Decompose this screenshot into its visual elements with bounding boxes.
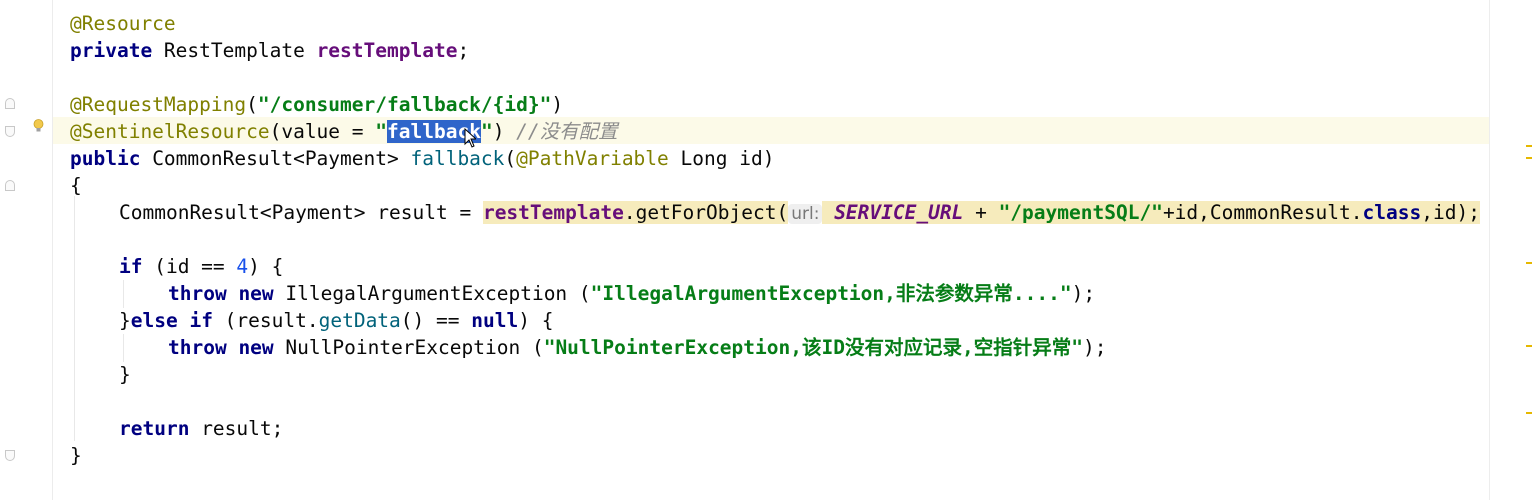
code-token: url: — [788, 204, 823, 224]
code-token: ( — [504, 147, 517, 170]
code-token: restTemplate — [482, 201, 624, 224]
warning-marker[interactable] — [1526, 157, 1532, 159]
code-token: CommonResult<Payment> — [140, 147, 411, 170]
code-line[interactable]: if (id == 4) { — [119, 253, 283, 280]
code-token: () == — [400, 309, 472, 332]
code-token: NullPointerException ( — [273, 336, 544, 359]
editor-scrollbar-track[interactable] — [1489, 0, 1536, 500]
code-token: class — [1362, 201, 1422, 224]
code-line[interactable]: public CommonResult<Payment> fallback(@P… — [70, 145, 774, 172]
code-token: (value = — [269, 120, 376, 143]
code-token: throw new — [168, 282, 274, 305]
code-token: public — [70, 147, 141, 170]
code-token: ) { — [248, 255, 284, 278]
warning-marker[interactable] — [1526, 145, 1532, 147]
code-token: ) — [492, 120, 517, 143]
code-token: "/paymentSQL/" — [998, 201, 1163, 224]
code-line[interactable]: throw new NullPointerException ("NullPoi… — [168, 334, 1106, 361]
code-token: fallback — [410, 147, 505, 170]
code-token: CommonResult<Payment> result = — [119, 201, 483, 224]
warning-marker[interactable] — [1526, 262, 1532, 264]
code-token: if — [119, 255, 143, 278]
code-line[interactable]: }else if (result.getData() == null) { — [119, 307, 553, 334]
code-token: " — [480, 120, 493, 143]
code-token: } — [70, 444, 82, 467]
code-editor[interactable]: @Resource private RestTemplate restTempl… — [0, 0, 1536, 500]
code-token: result; — [189, 417, 284, 440]
code-token: ) — [551, 93, 564, 116]
code-token: " — [375, 120, 388, 143]
code-line[interactable]: CommonResult<Payment> result = restTempl… — [119, 199, 1480, 226]
code-token: return — [119, 417, 190, 440]
code-token: +id,CommonResult. — [1162, 201, 1363, 224]
code-token: ,id); — [1421, 201, 1480, 224]
code-token — [822, 201, 835, 224]
code-token: .getForObject( — [623, 201, 789, 224]
code-token: ; — [457, 39, 470, 62]
code-token: + — [963, 201, 999, 224]
code-token: Long id) — [668, 147, 775, 170]
code-token: "IllegalArgumentException,非法参数异常...." — [590, 282, 1072, 305]
code-token: IllegalArgumentException ( — [273, 282, 591, 305]
code-token: } — [119, 363, 131, 386]
code-token: null — [471, 309, 519, 332]
mouse-cursor-icon — [464, 128, 476, 148]
code-line[interactable]: throw new IllegalArgumentException ("Ill… — [168, 280, 1095, 307]
code-line[interactable]: @RequestMapping("/consumer/fallback/{id}… — [70, 91, 563, 118]
code-token: ( — [246, 93, 258, 116]
code-token: //没有配置 — [516, 120, 618, 143]
code-token: RestTemplate — [152, 39, 317, 62]
warning-marker[interactable] — [1526, 345, 1532, 347]
code-line[interactable]: private RestTemplate restTemplate; — [70, 37, 469, 64]
code-token: SERVICE_URL — [834, 201, 964, 224]
code-token: ); — [1082, 336, 1107, 359]
code-token: @Resource — [70, 12, 176, 35]
code-token: else if — [130, 309, 213, 332]
code-token: @RequestMapping — [70, 93, 247, 116]
code-token: throw new — [168, 336, 274, 359]
code-token: @PathVariable — [516, 147, 669, 170]
code-line[interactable]: } — [70, 442, 82, 469]
code-token: (id == — [142, 255, 237, 278]
code-line[interactable]: @Resource — [70, 10, 176, 37]
code-token: restTemplate — [316, 39, 458, 62]
code-token: getData — [318, 309, 401, 332]
code-line[interactable]: return result; — [119, 415, 283, 442]
code-token: } — [119, 309, 131, 332]
code-token: (result. — [212, 309, 319, 332]
warning-marker[interactable] — [1526, 412, 1532, 414]
code-line[interactable]: { — [70, 172, 82, 199]
code-token: ) { — [518, 309, 554, 332]
code-token: 4 — [236, 255, 249, 278]
code-token: "/consumer/fallback/{id}" — [257, 93, 552, 116]
code-token: private — [70, 39, 153, 62]
code-token: { — [70, 174, 82, 197]
code-line[interactable]: } — [119, 361, 131, 388]
code-token: ); — [1071, 282, 1096, 305]
code-token: @SentinelResource — [70, 120, 270, 143]
code-token: "NullPointerException,该ID没有对应记录,空指针异常" — [543, 336, 1083, 359]
code-line[interactable]: @SentinelResource(value = "fallback") //… — [70, 118, 618, 145]
